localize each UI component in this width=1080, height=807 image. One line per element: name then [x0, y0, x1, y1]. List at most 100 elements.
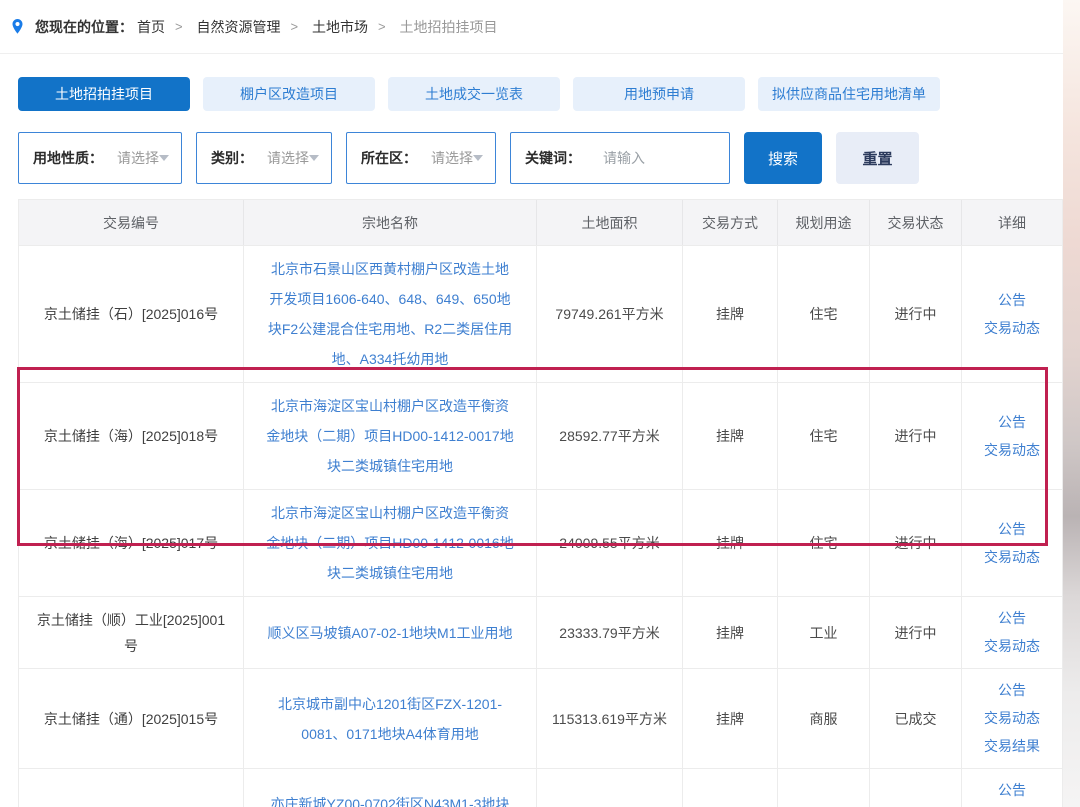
cell-transaction-id: 京土储挂（石）[2025]016号 — [19, 246, 244, 382]
column-header: 交易编号 — [19, 200, 244, 245]
cell-transaction-status: 进行中 — [870, 383, 962, 489]
cell-transaction-id: 京土储挂（顺）工业[2025]001号 — [19, 597, 244, 668]
cell-planned-use: 住宅 — [778, 490, 870, 596]
keyword-field: 关键词： — [510, 132, 730, 184]
cell-transaction-method: 挂牌 — [683, 669, 778, 768]
chevron-down-icon — [473, 155, 483, 161]
tab[interactable]: 用地预申请 — [573, 77, 745, 111]
column-header: 宗地名称 — [244, 200, 537, 245]
detail-link[interactable]: 公告 — [998, 777, 1026, 804]
cell-transaction-status: 已成交 — [870, 769, 962, 807]
cell-detail-links: 公告 交易动态 — [962, 597, 1062, 668]
column-header: 交易状态 — [870, 200, 962, 245]
breadcrumb-item[interactable]: 首页 — [137, 17, 165, 37]
cell-land-area: 23333.79平方米 — [537, 597, 683, 668]
table-header-row: 交易编号 宗地名称 土地面积 交易方式 规划用途 交易状态 详细 — [19, 200, 1062, 245]
cell-transaction-method: 挂牌 — [683, 769, 778, 807]
cell-transaction-id: 京土储挂（海）[2025]017号 — [19, 490, 244, 596]
cell-land-area: 79749.261平方米 — [537, 246, 683, 382]
land-listing-table: 交易编号 宗地名称 土地面积 交易方式 规划用途 交易状态 详细 京土储挂（石）… — [18, 199, 1063, 807]
filter-select-label: 用地性质： — [33, 148, 103, 168]
tab[interactable]: 土地成交一览表 — [388, 77, 560, 111]
detail-link[interactable]: 交易动态 — [984, 633, 1040, 660]
breadcrumb-separator: > — [290, 19, 298, 34]
breadcrumb-label: 您现在的位置： — [35, 17, 133, 37]
chevron-down-icon — [159, 155, 169, 161]
cell-planned-use: 商服 — [778, 669, 870, 768]
cell-transaction-method: 挂牌 — [683, 246, 778, 382]
reset-button[interactable]: 重置 — [836, 132, 919, 184]
cell-transaction-status: 进行中 — [870, 597, 962, 668]
tab[interactable]: 棚户区改造项目 — [203, 77, 375, 111]
detail-link[interactable]: 交易动态 — [984, 544, 1040, 571]
keyword-input[interactable] — [603, 150, 713, 166]
cell-parcel-name-link[interactable]: 北京城市副中心1201街区FZX-1201-0081、0171地块A4体育用地 — [244, 669, 537, 768]
filter-select-label: 类别： — [211, 148, 253, 168]
table-row: 京开国土挂[2025]03号 亦庄新城YZ00-0702街区N43M1-3地块工… — [19, 768, 1062, 807]
cell-planned-use: 工业 — [778, 597, 870, 668]
column-header: 详细 — [962, 200, 1062, 245]
cell-land-area: 28592.77平方米 — [537, 383, 683, 489]
cell-transaction-method: 挂牌 — [683, 597, 778, 668]
detail-link[interactable]: 公告 — [998, 287, 1026, 314]
cell-detail-links: 公告 交易动态 交易结果 — [962, 769, 1062, 807]
detail-link[interactable]: 交易动态 — [984, 315, 1040, 342]
cell-planned-use: 住宅 — [778, 246, 870, 382]
column-header: 规划用途 — [778, 200, 870, 245]
breadcrumb-item[interactable]: 土地招拍挂项目 — [399, 17, 497, 37]
filter-select-value: 请选择 — [267, 148, 309, 168]
filter-select-value: 请选择 — [431, 148, 473, 168]
cell-land-area: 115313.619平方米 — [537, 669, 683, 768]
cell-transaction-method: 挂牌 — [683, 383, 778, 489]
breadcrumb-item[interactable]: 土地市场 — [312, 17, 368, 37]
detail-link[interactable]: 公告 — [998, 409, 1026, 436]
filter-select-label: 所在区： — [361, 148, 417, 168]
keyword-label: 关键词： — [525, 148, 581, 168]
column-header: 交易方式 — [683, 200, 778, 245]
filter-select-value: 请选择 — [117, 148, 159, 168]
breadcrumb: 您现在的位置： 首页 > 自然资源管理 > 土地市场 > 土地招拍挂项目 > — [0, 0, 1063, 54]
cell-detail-links: 公告 交易动态 — [962, 490, 1062, 596]
breadcrumb-items: 首页 > 自然资源管理 > 土地市场 > 土地招拍挂项目 > — [137, 17, 497, 37]
detail-link[interactable]: 交易结果 — [984, 733, 1040, 760]
cell-parcel-name-link[interactable]: 北京市石景山区西黄村棚户区改造土地开发项目1606-640、648、649、65… — [244, 246, 537, 382]
detail-link[interactable]: 交易动态 — [984, 705, 1040, 732]
table-body: 京土储挂（石）[2025]016号 北京市石景山区西黄村棚户区改造土地开发项目1… — [19, 245, 1062, 807]
cell-land-area: 40202.42平方米 — [537, 769, 683, 807]
cell-parcel-name-link[interactable]: 顺义区马坡镇A07-02-1地块M1工业用地 — [244, 597, 537, 668]
detail-link[interactable]: 交易动态 — [984, 437, 1040, 464]
table-row: 京土储挂（石）[2025]016号 北京市石景山区西黄村棚户区改造土地开发项目1… — [19, 245, 1062, 382]
tab-bar: 土地招拍挂项目 棚户区改造项目 土地成交一览表 用地预申请 拟供应商品住宅用地清… — [18, 77, 1080, 111]
table-row: 京土储挂（海）[2025]018号 北京市海淀区宝山村棚户区改造平衡资金地块（二… — [19, 382, 1062, 489]
tab[interactable]: 土地招拍挂项目 — [18, 77, 190, 111]
chevron-down-icon — [309, 155, 319, 161]
cell-transaction-id: 京开国土挂[2025]03号 — [19, 769, 244, 807]
cell-transaction-status: 已成交 — [870, 669, 962, 768]
search-button[interactable]: 搜索 — [744, 132, 822, 184]
cell-parcel-name-link[interactable]: 北京市海淀区宝山村棚户区改造平衡资金地块（二期）项目HD00-1412-0017… — [244, 383, 537, 489]
detail-link[interactable]: 公告 — [998, 677, 1026, 704]
tab[interactable]: 拟供应商品住宅用地清单 — [758, 77, 940, 111]
filter-select[interactable]: 用地性质： 请选择 — [18, 132, 182, 184]
detail-link[interactable]: 公告 — [998, 516, 1026, 543]
filter-bar: 用地性质： 请选择 类别： 请选择 所在区： 请选择 关键词： 搜索 重置 — [18, 132, 1080, 184]
breadcrumb-separator: > — [378, 19, 386, 34]
table-row: 京土储挂（海）[2025]017号 北京市海淀区宝山村棚户区改造平衡资金地块（二… — [19, 489, 1062, 596]
cell-planned-use: 工业 — [778, 769, 870, 807]
cell-transaction-status: 进行中 — [870, 246, 962, 382]
cell-parcel-name-link[interactable]: 北京市海淀区宝山村棚户区改造平衡资金地块（二期）项目HD00-1412-0016… — [244, 490, 537, 596]
cell-detail-links: 公告 交易动态 — [962, 246, 1062, 382]
filter-select[interactable]: 类别： 请选择 — [196, 132, 332, 184]
cell-parcel-name-link[interactable]: 亦庄新城YZ00-0702街区N43M1-3地块工业项目 — [244, 769, 537, 807]
table-row: 京土储挂（通）[2025]015号 北京城市副中心1201街区FZX-1201-… — [19, 668, 1062, 768]
breadcrumb-item[interactable]: 自然资源管理 — [196, 17, 280, 37]
location-pin-icon — [10, 18, 25, 35]
cell-transaction-status: 进行中 — [870, 490, 962, 596]
detail-link[interactable]: 公告 — [998, 605, 1026, 632]
filter-select[interactable]: 所在区： 请选择 — [346, 132, 496, 184]
cell-transaction-id: 京土储挂（通）[2025]015号 — [19, 669, 244, 768]
table-row: 京土储挂（顺）工业[2025]001号 顺义区马坡镇A07-02-1地块M1工业… — [19, 596, 1062, 668]
cell-planned-use: 住宅 — [778, 383, 870, 489]
page-edge-texture — [1063, 0, 1080, 807]
column-header: 土地面积 — [537, 200, 683, 245]
